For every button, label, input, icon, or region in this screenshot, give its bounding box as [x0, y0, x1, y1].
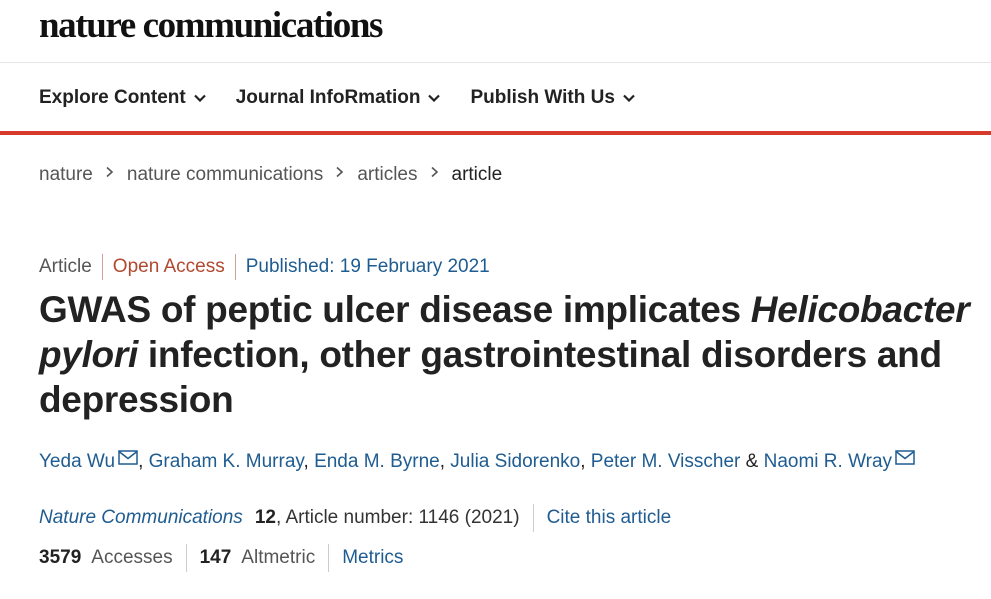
volume-number: 12 [254, 507, 276, 528]
author-link[interactable]: Naomi R. Wray [764, 451, 892, 472]
open-access-badge: Open Access [112, 256, 225, 277]
metrics-divider [185, 544, 187, 572]
accesses-count: 3579 [39, 547, 82, 568]
author-link[interactable]: Julia Sidorenko [450, 451, 580, 472]
author-separator: , [580, 451, 591, 472]
altmetric-count: 147 [199, 547, 232, 568]
citation-divider [532, 504, 534, 532]
altmetric-label: Altmetric [241, 547, 316, 568]
author-link[interactable]: Peter M. Visscher [591, 451, 741, 472]
author-list: Yeda Wu, Graham K. Murray, Enda M. Byrne… [39, 450, 915, 473]
author-separator: , [439, 451, 451, 472]
breadcrumb-nature[interactable]: nature [39, 164, 93, 186]
email-icon[interactable] [895, 450, 915, 465]
author-link[interactable]: Enda M. Byrne [314, 451, 440, 472]
author-separator: , [303, 451, 315, 472]
nav-journal-information[interactable]: Journal InfoRmation [236, 85, 441, 111]
article-metrics: 3579 Accesses 147 Altmetric Metrics [39, 544, 403, 572]
breadcrumb-article: article [451, 164, 503, 185]
chevron-right-icon [430, 166, 438, 178]
article-title: GWAS of peptic ulcer disease implicates … [39, 287, 979, 422]
site-logo[interactable]: nature communications [39, 4, 383, 48]
meta-divider [234, 254, 236, 280]
author-link[interactable]: Yeda Wu [39, 451, 115, 472]
author-separator-amp: & [740, 451, 764, 472]
published-date: Published: 19 February 2021 [245, 256, 490, 277]
metrics-divider [328, 544, 330, 572]
meta-divider [101, 254, 103, 280]
nav-journal-information-label: Journal InfoRmation [235, 87, 421, 108]
article-meta: Article Open Access Published: 19 Februa… [39, 254, 490, 280]
breadcrumb: nature nature communications articles ar… [39, 164, 502, 186]
cite-this-article-link[interactable]: Cite this article [547, 507, 672, 529]
chevron-right-icon [106, 166, 114, 178]
journal-link[interactable]: Nature Communications [39, 507, 243, 529]
article-type: Article [39, 256, 92, 277]
main-nav: Explore Content Journal InfoRmation Publ… [39, 85, 665, 111]
chevron-down-icon [428, 94, 441, 102]
nav-accent-bar [0, 131, 991, 135]
article-number: , Article number: 1146 (2021) [275, 507, 520, 528]
breadcrumb-nature-communications[interactable]: nature communications [127, 164, 323, 186]
chevron-down-icon [623, 94, 635, 102]
accesses-label: Accesses [91, 547, 173, 568]
title-text-2: infection, other gastrointestinal disord… [39, 334, 942, 420]
nav-explore-content-label: Explore Content [39, 87, 186, 108]
email-icon[interactable] [118, 450, 138, 465]
nav-publish-with-us-label: Publish With Us [470, 87, 615, 108]
author-separator: , [138, 451, 149, 472]
title-text-1: GWAS of peptic ulcer disease implicates [39, 289, 751, 330]
nav-publish-with-us[interactable]: Publish With Us [470, 85, 635, 111]
metrics-link[interactable]: Metrics [342, 547, 403, 569]
chevron-right-icon [336, 166, 344, 178]
citation-line: Nature Communications 12, Article number… [39, 504, 671, 532]
chevron-down-icon [193, 94, 206, 102]
author-link[interactable]: Graham K. Murray [149, 451, 304, 472]
breadcrumb-articles[interactable]: articles [357, 164, 417, 186]
nav-explore-content[interactable]: Explore Content [39, 85, 206, 111]
header-divider [0, 62, 991, 63]
